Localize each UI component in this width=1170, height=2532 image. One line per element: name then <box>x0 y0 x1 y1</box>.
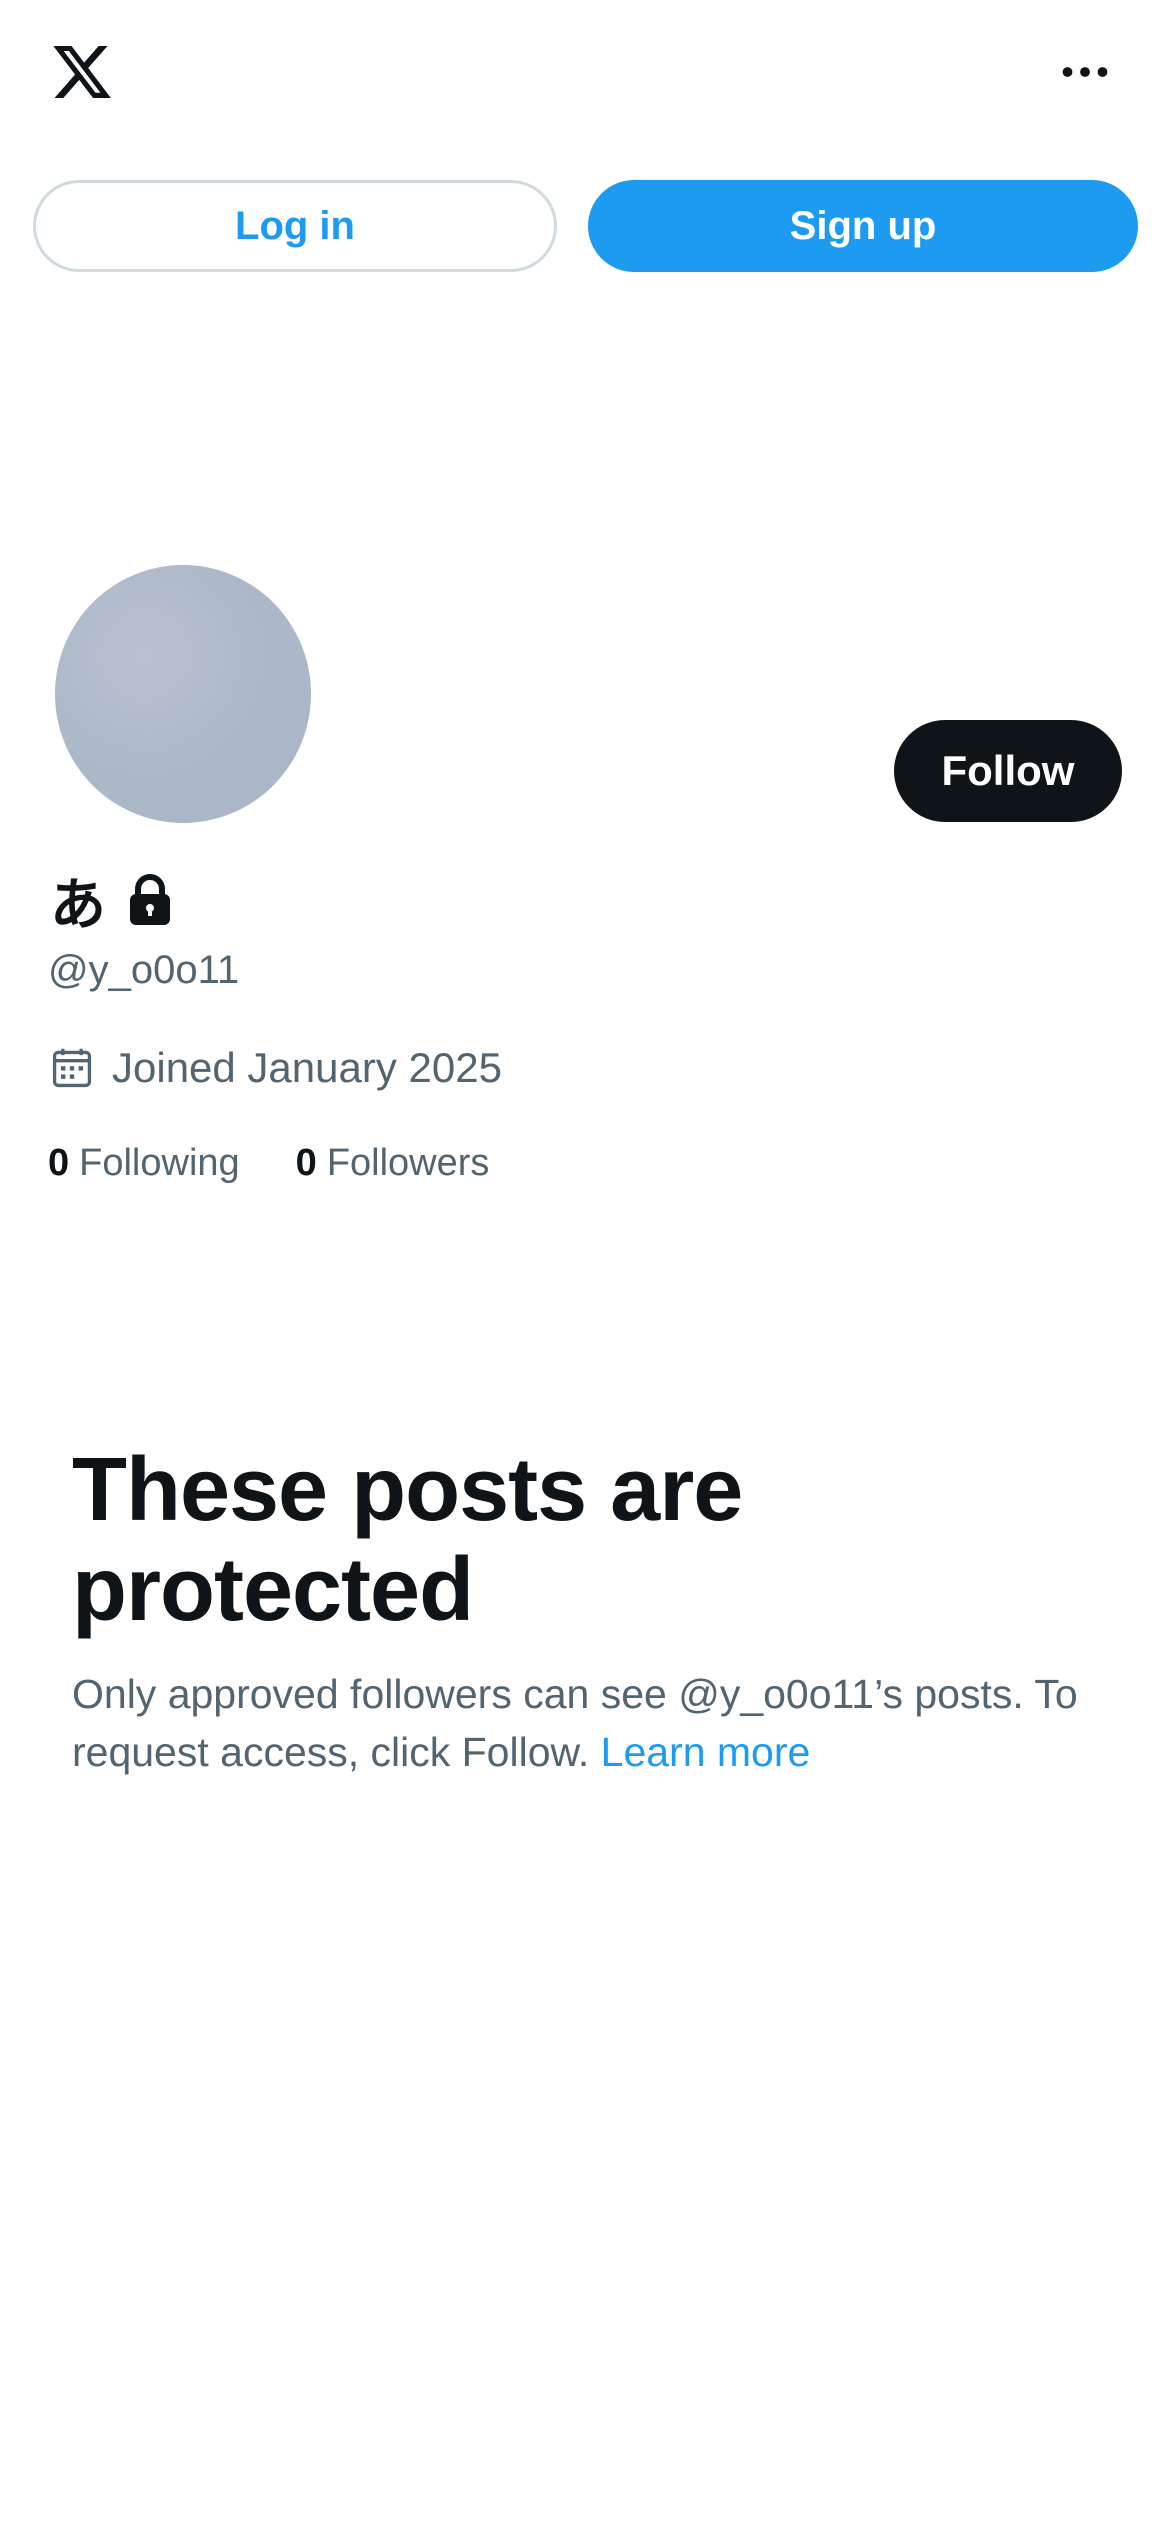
auth-buttons: Log in Sign up <box>33 180 1138 272</box>
lock-icon <box>128 874 172 926</box>
profile-name-row: あ <box>50 868 172 938</box>
learn-more-link[interactable]: Learn more <box>601 1729 811 1775</box>
followers-label: Followers <box>326 1141 490 1184</box>
follow-counts: 0 Following 0 Followers <box>48 1135 489 1191</box>
display-name: あ <box>50 872 106 938</box>
login-button[interactable]: Log in <box>33 180 557 272</box>
protected-description-text: Only approved followers can see @y_o0o11… <box>72 1671 1078 1775</box>
avatar[interactable] <box>55 565 311 823</box>
joined-date: Joined January 2025 <box>112 1044 502 1091</box>
following-count: 0 <box>48 1141 70 1184</box>
joined-date-row: Joined January 2025 <box>50 1040 502 1096</box>
follow-button[interactable]: Follow <box>894 720 1122 822</box>
protected-posts-description: Only approved followers can see @y_o0o11… <box>72 1665 1112 1781</box>
more-options-button[interactable] <box>1052 52 1118 92</box>
signup-button[interactable]: Sign up <box>588 180 1138 272</box>
profile-handle: @y_o0o11 <box>48 948 240 992</box>
followers-count: 0 <box>295 1141 317 1184</box>
protected-posts-title: These posts are protected <box>72 1440 743 1640</box>
following-label: Following <box>79 1141 240 1184</box>
calendar-icon <box>52 1048 92 1088</box>
following-link[interactable]: 0 Following <box>48 1142 240 1185</box>
x-logo-icon[interactable] <box>48 40 116 104</box>
more-horizontal-icon <box>1062 67 1108 77</box>
followers-link[interactable]: 0 Followers <box>296 1142 490 1185</box>
top-bar <box>0 0 1170 150</box>
